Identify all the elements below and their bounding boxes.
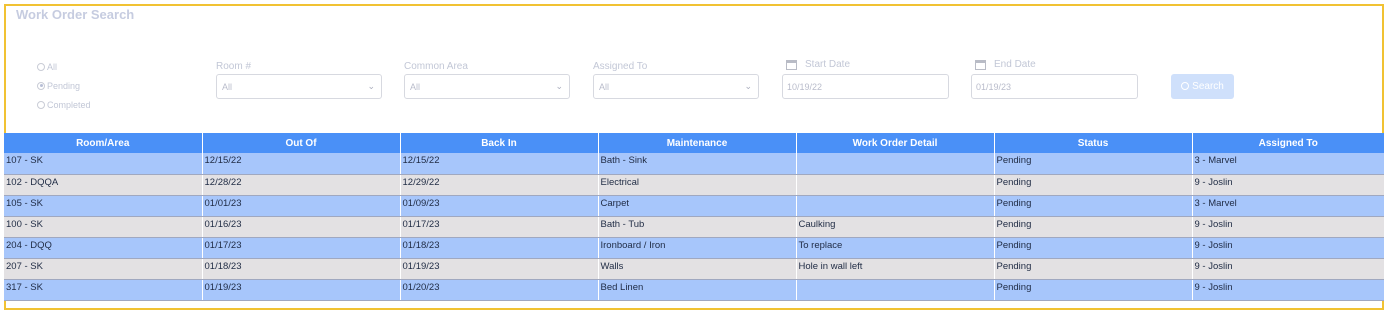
table-cell: 12/28/22: [201, 174, 400, 196]
table-cell: Pending: [993, 153, 1192, 175]
table-row[interactable]: 204 - DQQ 01/17/23 01/18/23 Ironboard / …: [4, 237, 1384, 259]
search-button-label: Search: [1192, 81, 1224, 92]
status-radio-label: Completed: [47, 99, 91, 110]
table-cell: Pending: [993, 174, 1192, 196]
page-title: Work Order Search: [16, 7, 135, 22]
table-cell: 9 - Joslin: [1191, 174, 1384, 196]
table-cell: 107 - SK: [4, 153, 202, 175]
status-radio-label: Pending: [47, 80, 81, 91]
start-date-label-group: Start Date: [786, 59, 850, 70]
table-cell: 01/20/23: [399, 279, 598, 301]
search-icon: [1181, 81, 1190, 90]
table-cell: 01/19/23: [201, 279, 400, 301]
radio-button[interactable]: [37, 100, 45, 109]
table-cell: Pending: [993, 237, 1192, 259]
table-cell: 01/01/23: [201, 195, 400, 217]
room-label: Room #: [216, 61, 252, 72]
table-cell: 01/17/23: [201, 237, 400, 259]
start-date-input[interactable]: 10/19/22: [782, 74, 949, 99]
status-radio-all[interactable]: All: [37, 57, 91, 76]
table-cell: 01/18/23: [399, 237, 598, 259]
room-select-value: All: [222, 81, 233, 92]
table-cell: 9 - Joslin: [1191, 216, 1384, 238]
table-row[interactable]: 105 - SK 01/01/23 01/09/23 Carpet Pendin…: [4, 195, 1384, 217]
table-cell: 12/29/22: [399, 174, 598, 196]
column-header[interactable]: Back In: [399, 133, 598, 153]
assigned-to-select[interactable]: All ⌄: [593, 74, 759, 99]
table-cell: [795, 174, 994, 196]
table-cell: Pending: [993, 195, 1192, 217]
table-cell: Pending: [993, 216, 1192, 238]
table-header-row: Room/Area Out Of Back In Maintenance Wor…: [4, 133, 1384, 153]
column-header[interactable]: Status: [993, 133, 1192, 153]
table-cell: 105 - SK: [4, 195, 202, 217]
status-radio-group: All Pending Completed: [37, 57, 91, 114]
table-row[interactable]: 100 - SK 01/16/23 01/17/23 Bath - Tub Ca…: [4, 216, 1384, 238]
table-cell: 317 - SK: [4, 279, 202, 301]
work-order-table: Room/Area Out Of Back In Maintenance Wor…: [4, 133, 1384, 301]
table-cell: Bed Linen: [597, 279, 796, 301]
table-cell: Hole in wall left: [795, 258, 994, 280]
column-header[interactable]: Room/Area: [4, 133, 202, 153]
column-header[interactable]: Work Order Detail: [795, 133, 994, 153]
table-cell: 9 - Joslin: [1191, 237, 1384, 259]
common-area-select[interactable]: All ⌄: [404, 74, 570, 99]
column-header[interactable]: Out Of: [201, 133, 400, 153]
table-cell: Electrical: [597, 174, 796, 196]
radio-button[interactable]: [37, 62, 45, 71]
column-header[interactable]: Maintenance: [597, 133, 796, 153]
table-cell: [795, 195, 994, 217]
table-cell: Pending: [993, 279, 1192, 301]
table-cell: 3 - Marvel: [1191, 195, 1384, 217]
assigned-to-select-value: All: [599, 81, 610, 92]
table-cell: 12/15/22: [201, 153, 400, 175]
chevron-down-icon: ⌄: [367, 81, 375, 91]
table-cell: 01/17/23: [399, 216, 598, 238]
table-cell: 204 - DQQ: [4, 237, 202, 259]
table-cell: Bath - Sink: [597, 153, 796, 175]
common-area-select-value: All: [410, 81, 421, 92]
calendar-icon: [975, 59, 986, 70]
search-button[interactable]: Search: [1171, 74, 1234, 99]
table-row[interactable]: 317 - SK 01/19/23 01/20/23 Bed Linen Pen…: [4, 279, 1384, 301]
end-date-input[interactable]: 01/19/23: [971, 74, 1138, 99]
column-header[interactable]: Assigned To: [1191, 133, 1384, 153]
table-cell: 9 - Joslin: [1191, 279, 1384, 301]
table-cell: 9 - Joslin: [1191, 258, 1384, 280]
table-cell: Caulking: [795, 216, 994, 238]
table-cell: 01/18/23: [201, 258, 400, 280]
table-cell: Walls: [597, 258, 796, 280]
table-cell: 12/15/22: [399, 153, 598, 175]
table-cell: 102 - DQQA: [4, 174, 202, 196]
table-cell: 3 - Marvel: [1191, 153, 1384, 175]
status-radio-pending[interactable]: Pending: [37, 76, 91, 95]
table-row[interactable]: 207 - SK 01/18/23 01/19/23 Walls Hole in…: [4, 258, 1384, 280]
table-cell: Bath - Tub: [597, 216, 796, 238]
table-cell: Pending: [993, 258, 1192, 280]
table-cell: 01/19/23: [399, 258, 598, 280]
radio-button[interactable]: [37, 81, 45, 90]
table-cell: 207 - SK: [4, 258, 202, 280]
chevron-down-icon: ⌄: [555, 81, 563, 91]
table-cell: 01/09/23: [399, 195, 598, 217]
start-date-label: Start Date: [805, 59, 851, 70]
room-select[interactable]: All ⌄: [216, 74, 382, 99]
chevron-down-icon: ⌄: [744, 81, 752, 91]
status-radio-completed[interactable]: Completed: [37, 95, 91, 114]
table-cell: 01/16/23: [201, 216, 400, 238]
table-cell: 100 - SK: [4, 216, 202, 238]
table-cell: [795, 153, 994, 175]
table-cell: To replace: [795, 237, 994, 259]
end-date-label: End Date: [994, 59, 1036, 70]
table-cell: Carpet: [597, 195, 796, 217]
table-row[interactable]: 102 - DQQA 12/28/22 12/29/22 Electrical …: [4, 174, 1384, 196]
assigned-to-label: Assigned To: [593, 61, 648, 72]
table-cell: Ironboard / Iron: [597, 237, 796, 259]
end-date-label-group: End Date: [975, 59, 1036, 70]
common-area-label: Common Area: [404, 61, 468, 72]
status-radio-label: All: [47, 61, 58, 72]
table-row[interactable]: 107 - SK 12/15/22 12/15/22 Bath - Sink P…: [4, 153, 1384, 175]
table-cell: [795, 279, 994, 301]
calendar-icon: [786, 59, 797, 70]
